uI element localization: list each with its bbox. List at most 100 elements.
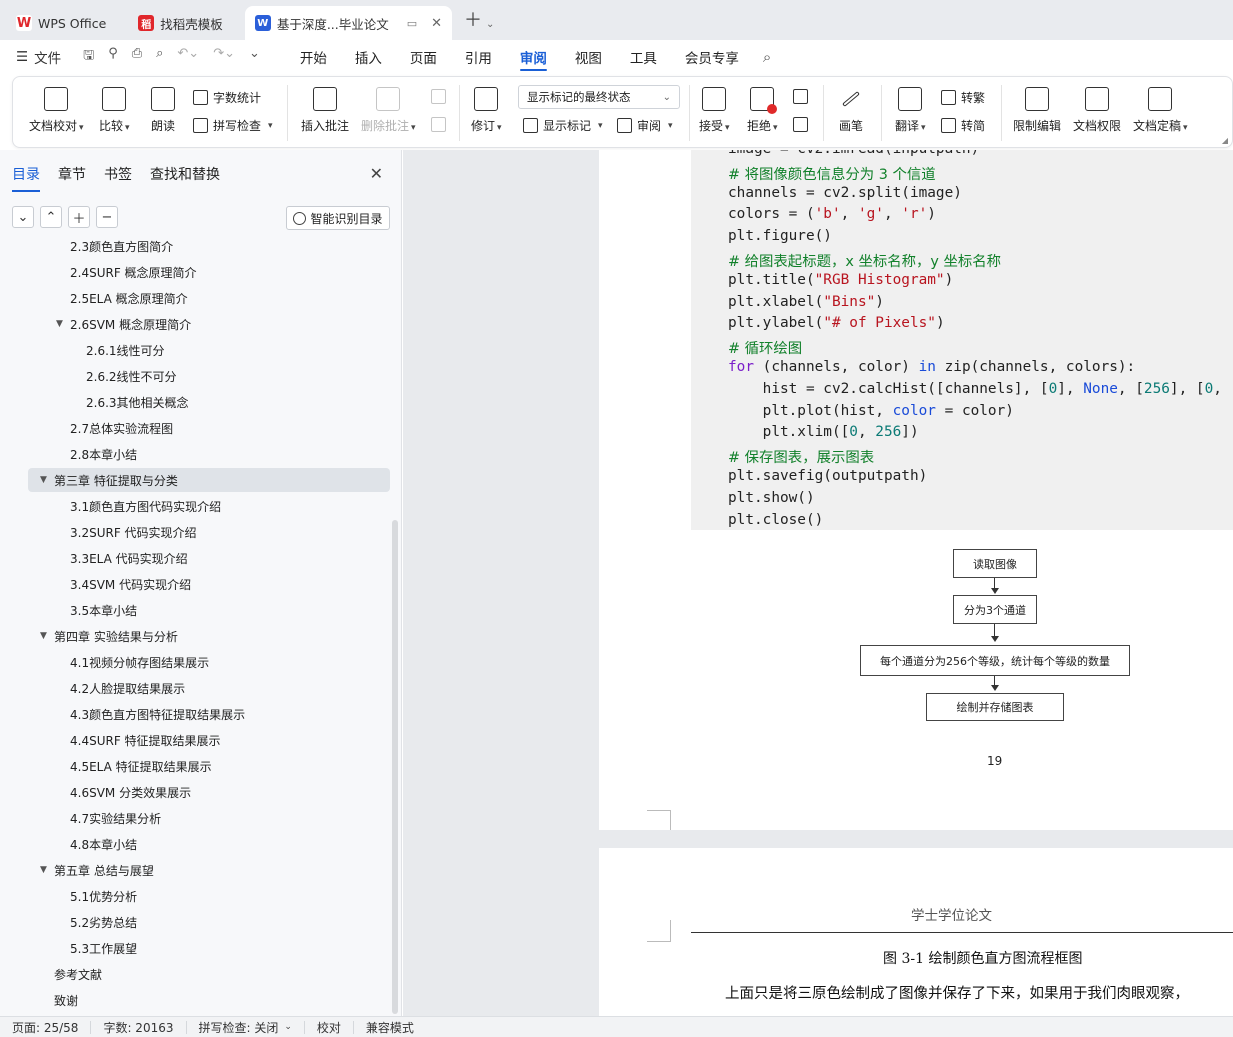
restrict-edit-button[interactable]: 限制编辑: [1013, 87, 1061, 134]
toc-item[interactable]: ▼ 2.6SVM 概念原理简介: [56, 312, 191, 336]
smart-toc-button[interactable]: 智能识别目录: [286, 206, 390, 230]
reject-button[interactable]: 拒绝 ▾: [747, 87, 778, 134]
word-count-indicator[interactable]: 字数: 20163: [91, 1020, 187, 1035]
undo-icon[interactable]: ↶⌄: [177, 46, 199, 68]
doc-check-button[interactable]: 文档校对 ▾: [29, 87, 84, 134]
tab-toc[interactable]: 目录: [12, 164, 40, 192]
expand-arrow-icon[interactable]: ▼: [40, 631, 54, 641]
menu-item[interactable]: 引用: [451, 40, 506, 73]
toc-item[interactable]: 参考文献: [54, 962, 102, 986]
word-count-button[interactable]: 字数统计: [193, 89, 261, 106]
toc-item[interactable]: 2.8本章小结: [70, 442, 137, 466]
tab-thesis-document[interactable]: W 基于深度...毕业论文 ▭ ✕: [244, 6, 453, 40]
menu-item[interactable]: 工具: [616, 40, 671, 73]
review-pane-button[interactable]: 审阅 ▾: [617, 117, 673, 134]
window-restore-icon[interactable]: ▭: [407, 17, 417, 30]
to-traditional-button[interactable]: 转繁: [941, 89, 985, 106]
next-comment-button[interactable]: [431, 117, 446, 132]
toc-item[interactable]: 5.2劣势总结: [70, 910, 137, 934]
new-tab-icon[interactable]: ＋: [464, 6, 482, 32]
toc-item[interactable]: 致谢: [54, 988, 78, 1012]
doc-permission-button[interactable]: 文档权限: [1073, 87, 1121, 134]
toc-item[interactable]: 3.3ELA 代码实现介绍: [70, 546, 188, 570]
spell-check-button[interactable]: 拼写检查 ▾: [193, 117, 273, 134]
translate-button[interactable]: 翻译 ▾: [895, 87, 926, 134]
toc-item[interactable]: 2.6.1线性可分: [86, 338, 165, 362]
expand-arrow-icon[interactable]: ▼: [40, 475, 54, 485]
expand-arrow-icon[interactable]: ▼: [56, 319, 70, 329]
ribbon-launcher-icon[interactable]: ◢: [1222, 136, 1228, 145]
page-indicator[interactable]: 页面: 25/58: [0, 1020, 92, 1035]
toc-item[interactable]: 2.6.2线性不可分: [86, 364, 177, 388]
compare-button[interactable]: 比较 ▾: [99, 87, 130, 134]
menu-item[interactable]: 插入: [341, 40, 396, 73]
menu-item[interactable]: 审阅: [506, 40, 561, 73]
toc-item[interactable]: 4.3颜色直方图特征提取结果展示: [70, 702, 245, 726]
print-icon[interactable]: ⎙: [132, 46, 142, 68]
tab-chapters[interactable]: 章节: [58, 164, 86, 192]
next-change-button[interactable]: [793, 117, 808, 132]
toc-item[interactable]: ▼ 第三章 特征提取与分类: [40, 468, 178, 492]
insert-comment-button[interactable]: 插入批注: [301, 87, 349, 134]
toc-item[interactable]: ▼ 第五章 总结与展望: [40, 858, 154, 882]
proofread-indicator[interactable]: 校对: [305, 1020, 354, 1035]
tab-bookmarks[interactable]: 书签: [104, 164, 132, 192]
toc-scrollbar[interactable]: [392, 520, 398, 1014]
toc-item[interactable]: 3.4SVM 代码实现介绍: [70, 572, 191, 596]
spell-check-indicator[interactable]: 拼写检查: 关闭 ⌄: [187, 1020, 305, 1035]
toc-item[interactable]: 2.5ELA 概念原理简介: [70, 286, 188, 310]
pen-button[interactable]: 画笔: [839, 87, 863, 134]
to-simplified-button[interactable]: 转简: [941, 117, 985, 134]
toc-item[interactable]: 3.2SURF 代码实现介绍: [70, 520, 197, 544]
previous-comment-button[interactable]: [431, 89, 446, 104]
menu-item[interactable]: 开始: [286, 40, 341, 73]
toc-item[interactable]: 4.1视频分帧存图结果展示: [70, 650, 209, 674]
remove-heading-button[interactable]: −: [96, 206, 118, 228]
toc-item[interactable]: 4.2人脸提取结果展示: [70, 676, 185, 700]
toc-item[interactable]: 3.1颜色直方图代码实现介绍: [70, 494, 221, 518]
collapse-up-button[interactable]: ⌃: [40, 206, 62, 228]
toc-item[interactable]: 4.7实验结果分析: [70, 806, 161, 830]
menu-item[interactable]: 视图: [561, 40, 616, 73]
chevron-down-icon[interactable]: ⌄: [249, 46, 260, 68]
tab-wps-office[interactable]: W WPS Office: [6, 6, 116, 40]
toc-item[interactable]: 4.6SVM 分类效果展示: [70, 780, 191, 804]
menu-item[interactable]: 页面: [396, 40, 451, 73]
redo-icon[interactable]: ↷⌄: [213, 46, 235, 68]
toc-item[interactable]: 2.6.3其他相关概念: [86, 390, 189, 414]
finalize-button[interactable]: 文档定稿 ▾: [1133, 87, 1188, 134]
close-icon[interactable]: ✕: [370, 164, 383, 183]
menu-item[interactable]: 会员专享: [671, 40, 753, 73]
toc-item[interactable]: 2.4SURF 概念原理简介: [70, 260, 197, 284]
read-aloud-button[interactable]: 朗读: [151, 87, 175, 134]
expand-arrow-icon[interactable]: ▼: [40, 865, 54, 875]
accept-button[interactable]: 接受 ▾: [699, 87, 730, 134]
close-tab-icon[interactable]: ✕: [431, 16, 442, 31]
toc-item[interactable]: 5.3工作展望: [70, 936, 137, 960]
tab-find-replace[interactable]: 查找和替换: [150, 164, 220, 192]
toc-item[interactable]: 4.5ELA 特征提取结果展示: [70, 754, 212, 778]
toc-item-label: 第三章 特征提取与分类: [54, 473, 178, 488]
add-heading-button[interactable]: ＋: [68, 206, 90, 228]
file-menu-button[interactable]: ☰ 文件: [16, 47, 61, 67]
tab-docer-templates[interactable]: 稻 找稻壳模板: [128, 6, 233, 40]
search-icon[interactable]: ⌕: [763, 48, 771, 66]
print-preview-icon[interactable]: ⌕: [156, 46, 163, 68]
toc-item[interactable]: 2.3颜色直方图简介: [70, 234, 173, 258]
previous-change-button[interactable]: [793, 89, 808, 104]
toc-item[interactable]: 3.5本章小结: [70, 598, 137, 622]
share-icon[interactable]: ⚲: [108, 46, 118, 68]
collapse-down-button[interactable]: ⌄: [12, 206, 34, 228]
delete-comment-button[interactable]: 删除批注 ▾: [361, 87, 416, 134]
toc-item[interactable]: 4.4SURF 特征提取结果展示: [70, 728, 221, 752]
track-changes-button[interactable]: 修订 ▾: [471, 87, 502, 134]
toc-item[interactable]: 5.1优势分析: [70, 884, 137, 908]
save-icon[interactable]: 🖫: [83, 46, 94, 68]
show-markup-button[interactable]: 显示标记 ▾: [523, 117, 603, 134]
markup-state-select[interactable]: 显示标记的最终状态 ⌄: [518, 85, 680, 109]
chevron-down-icon[interactable]: ⌄: [486, 19, 494, 30]
toc-item[interactable]: 2.7总体实验流程图: [70, 416, 173, 440]
toc-item[interactable]: 4.8本章小结: [70, 832, 137, 856]
toc-item[interactable]: ▼ 第四章 实验结果与分析: [40, 624, 178, 648]
tab-label: WPS Office: [38, 15, 107, 31]
